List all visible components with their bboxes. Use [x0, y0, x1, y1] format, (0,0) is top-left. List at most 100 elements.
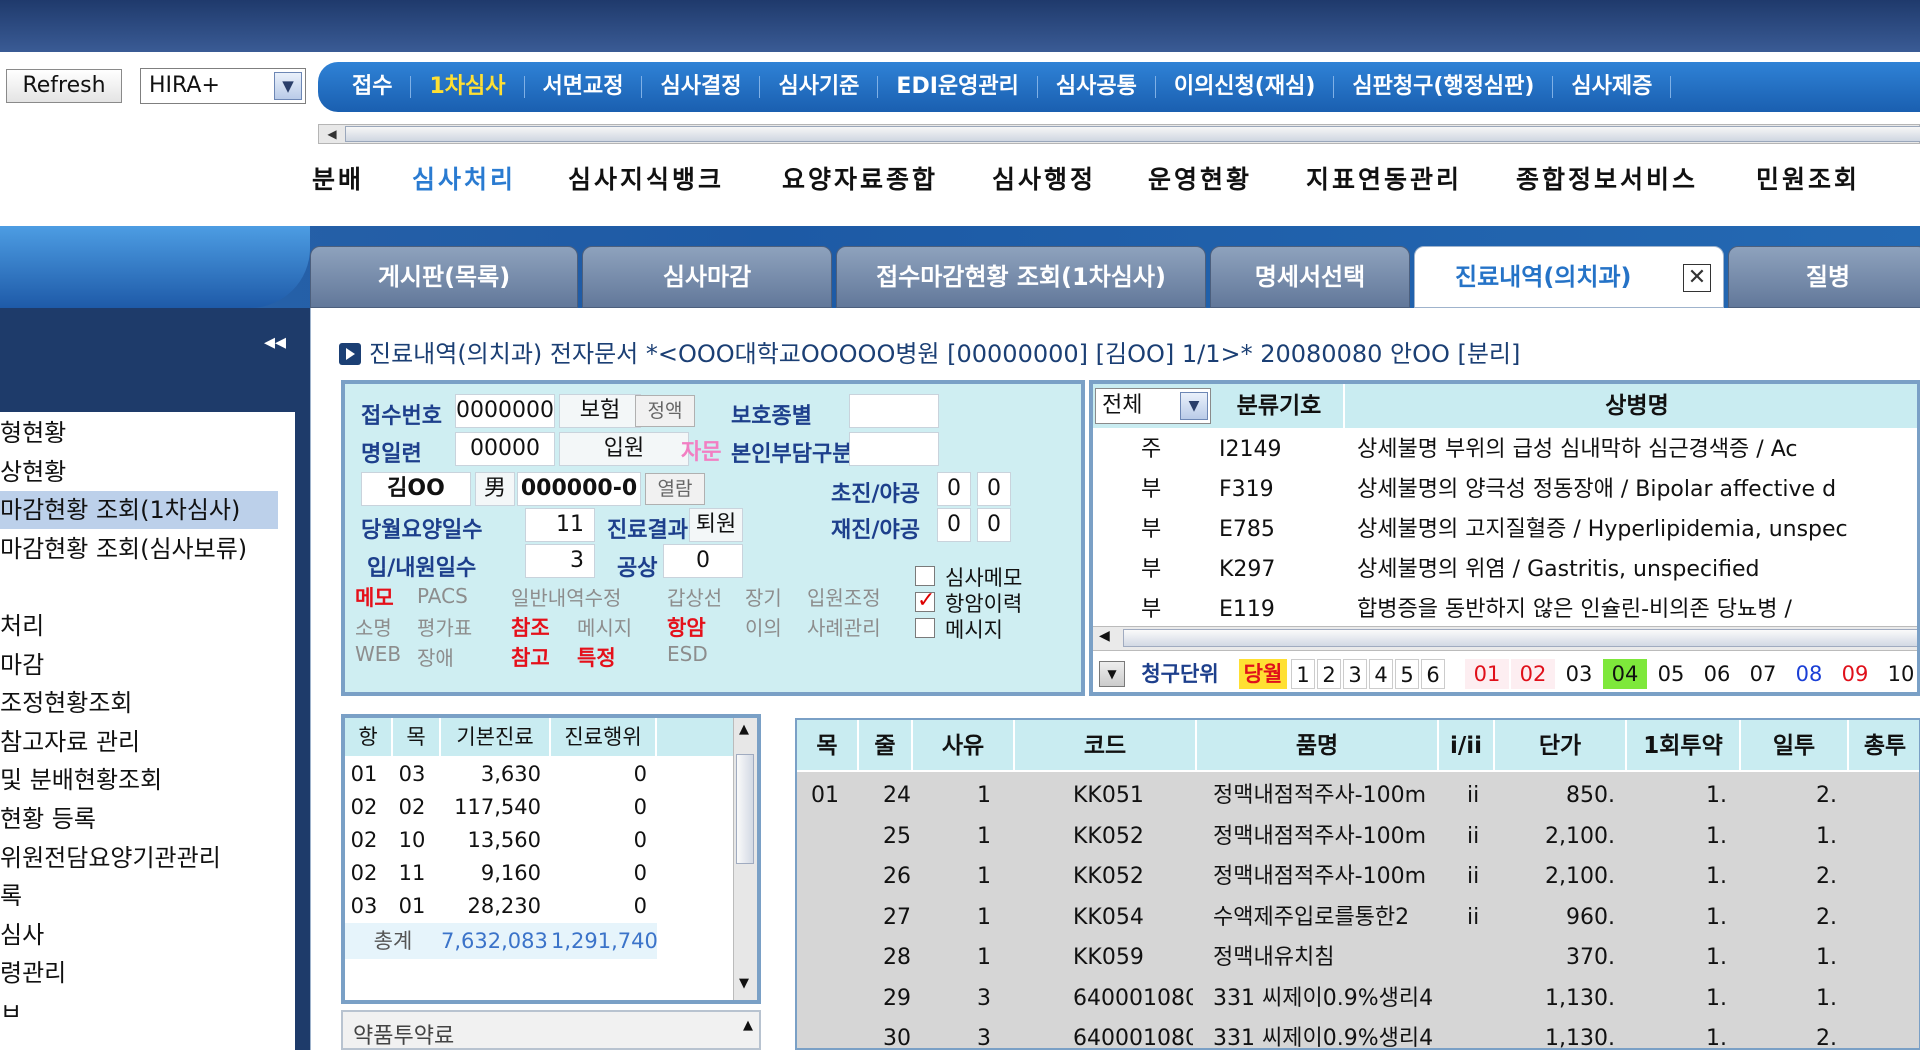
thyroid-link[interactable]: 갑상선 [667, 582, 722, 611]
top-nav-item[interactable]: EDI운영관리 [878, 76, 1038, 98]
top-nav-item[interactable]: 이의신청(재심) [1156, 76, 1335, 98]
diagnosis-row[interactable]: 부 F319 상세불명의 양극성 정동장애 / Bipolar affective … [1093, 470, 1917, 510]
left-nav-item[interactable]: 상현황 [0, 453, 278, 491]
top-nav-item[interactable]: 접수 [334, 76, 412, 98]
diagnosis-row[interactable]: 부 K297 상세불명의 위염 / Gastritis, unspecified [1093, 550, 1917, 590]
system-select[interactable]: HIRA+ ▼ [140, 68, 306, 104]
tab-item[interactable]: 질병 [1728, 246, 1920, 308]
billing-unit[interactable]: 6 [1421, 659, 1445, 689]
billing-day[interactable]: 10 [1879, 659, 1917, 689]
sub-menu-item[interactable]: 운영현황 [1148, 160, 1252, 196]
left-nav-item[interactable]: 형현황 [0, 414, 278, 452]
chemo-link[interactable]: 항암 [667, 612, 706, 642]
note-link[interactable]: 참고 [511, 642, 550, 672]
top-nav-item[interactable]: 1차심사 [411, 76, 525, 98]
sub-menu-item[interactable]: 요양자료종합 [782, 160, 938, 196]
billing-unit[interactable]: 4 [1369, 659, 1393, 689]
left-nav-item[interactable]: 처리 [0, 607, 278, 645]
left-nav-item[interactable]: 심사 [0, 916, 278, 954]
inout-days-field[interactable]: 3 [525, 544, 595, 578]
sub-menu-item[interactable]: 민원조회 [1756, 160, 1860, 196]
sub-menu-item[interactable]: 분배 [312, 160, 364, 196]
left-nav-item[interactable]: 참고자료 관리 [0, 723, 278, 761]
sub-menu-item[interactable]: 종합정보서비스 [1516, 160, 1698, 196]
left-nav-item[interactable]: 마감현황 조회(1차심사) [0, 491, 278, 530]
tab-item[interactable]: 심사마감 [582, 246, 832, 308]
copay-field[interactable] [849, 432, 939, 466]
left-nav-item[interactable]: 마감 [0, 646, 278, 684]
billing-day[interactable]: 01 [1465, 659, 1509, 689]
left-nav-item[interactable]: ㅂ [0, 993, 278, 1031]
cost-vscrollbar[interactable]: ▲ ▼ [733, 718, 757, 1000]
top-nav-item[interactable]: 심사제증 [1553, 76, 1672, 98]
close-icon[interactable]: ✕ [1683, 264, 1711, 292]
chevron-down-icon[interactable]: ▼ [1180, 392, 1208, 420]
billing-day[interactable]: 03 [1557, 659, 1601, 689]
collapse-icon[interactable]: ◂◂ [264, 330, 286, 355]
billing-day[interactable]: 09 [1833, 659, 1877, 689]
message-link[interactable]: 메시지 [577, 612, 632, 641]
message-checkbox[interactable] [915, 618, 935, 638]
diagnosis-hscrollbar[interactable]: ◀ [1093, 626, 1917, 650]
web-link[interactable]: WEB [355, 642, 401, 666]
disability-link[interactable]: 장애 [417, 642, 454, 671]
admission-adjust-link[interactable]: 입원조정 [807, 582, 881, 611]
tab-item[interactable]: 진료내역(의치과) ✕ [1414, 246, 1724, 308]
protect-type-field[interactable] [849, 394, 939, 428]
review-memo-checkbox[interactable] [915, 566, 935, 586]
refresh-button[interactable]: Refresh [6, 69, 122, 103]
billing-toggle-icon[interactable]: ▼ [1099, 661, 1125, 687]
diagnosis-row[interactable]: 주 I2149 상세불명 부위의 급성 심내막하 심근경색증 / Ac [1093, 430, 1917, 470]
month-days-field[interactable]: 11 [525, 508, 595, 542]
first-visit-field-b[interactable]: 0 [977, 472, 1011, 506]
tab-item[interactable]: 접수마감현황 조회(1차심사) [836, 246, 1206, 308]
left-nav-item[interactable]: 조정현황조회 [0, 684, 278, 722]
billing-day[interactable]: 05 [1649, 659, 1693, 689]
left-nav-item[interactable]: 마감현황 조회(심사보류) [0, 530, 278, 568]
left-nav-item[interactable]: 현황 등록 [0, 800, 278, 838]
case-mgmt-link[interactable]: 사례관리 [807, 612, 881, 641]
left-nav-item[interactable] [0, 568, 278, 606]
sub-menu-item[interactable]: 심사지식뱅크 [568, 160, 724, 196]
objection-link[interactable]: 이의 [745, 612, 782, 641]
scrollbar-thumb[interactable] [736, 754, 754, 864]
billing-unit[interactable]: 1 [1291, 659, 1315, 689]
scroll-down-icon[interactable]: ▼ [739, 976, 749, 991]
tab-item[interactable]: 명세서선택 [1210, 246, 1410, 308]
billing-unit[interactable]: 5 [1395, 659, 1419, 689]
sub-menu-item[interactable]: 심사행정 [992, 160, 1096, 196]
pacs-link[interactable]: PACS [417, 584, 468, 608]
billing-day[interactable]: 08 [1787, 659, 1831, 689]
top-nav-item[interactable]: 심사결정 [642, 76, 761, 98]
evaluation-link[interactable]: 평가표 [417, 612, 472, 641]
left-nav-item[interactable]: 록 [0, 877, 278, 915]
fixed-amount-button[interactable]: 정액 [635, 395, 695, 427]
chevron-down-icon[interactable]: ▼ [274, 72, 302, 100]
consult-link[interactable]: 자문 [681, 434, 721, 466]
billing-month[interactable]: 당월 [1239, 659, 1287, 689]
billing-day[interactable]: 02 [1511, 659, 1555, 689]
revisit-field-a[interactable]: 0 [937, 508, 971, 542]
sub-menu-item[interactable]: 지표연동관리 [1306, 160, 1462, 196]
top-nav-item[interactable]: 서면교정 [525, 76, 643, 98]
explain-link[interactable]: 소명 [355, 612, 392, 641]
scroll-up-icon[interactable]: ▲ [743, 1018, 753, 1033]
scrollbar-thumb[interactable] [345, 126, 1920, 142]
billing-day[interactable]: 07 [1741, 659, 1785, 689]
diagnosis-filter-select[interactable]: 전체 ▼ [1095, 388, 1211, 424]
statement-field[interactable]: 00000 [455, 432, 555, 466]
left-nav-item[interactable]: 및 분배현황조회 [0, 761, 278, 799]
sub-menu-item[interactable]: 심사처리 [412, 160, 516, 196]
view-button[interactable]: 열람 [645, 473, 705, 505]
scroll-left-icon[interactable]: ◀ [1099, 628, 1110, 644]
billing-day[interactable]: 04 [1603, 659, 1647, 689]
scrollbar-thumb[interactable] [1123, 629, 1917, 647]
top-nav-item[interactable]: 심판청구(행정심판) [1334, 76, 1554, 98]
first-visit-field-a[interactable]: 0 [937, 472, 971, 506]
top-nav-scrollbar[interactable]: ◀ [318, 124, 1920, 144]
receipt-no-field[interactable]: 0000000 [455, 394, 555, 428]
top-nav-item[interactable]: 심사공통 [1038, 76, 1156, 98]
chemo-history-checkbox[interactable] [915, 588, 935, 613]
tab-item[interactable]: 게시판(목록) [310, 246, 578, 308]
revisit-field-b[interactable]: 0 [977, 508, 1011, 542]
